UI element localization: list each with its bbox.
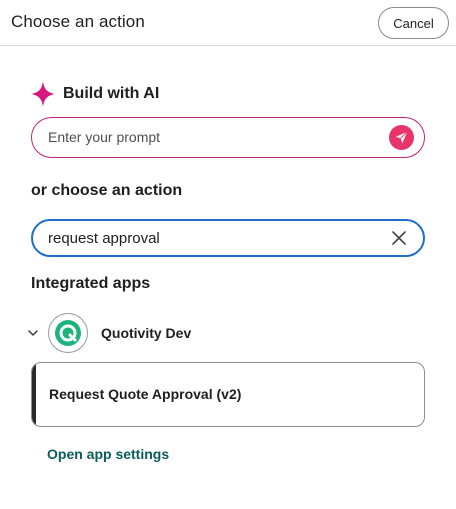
action-item[interactable]: Request Quote Approval (v2) [31, 362, 425, 427]
quotivity-logo-icon [55, 320, 81, 346]
panel-title: Choose an action [11, 12, 145, 31]
cancel-button[interactable]: Cancel [378, 7, 449, 39]
build-with-ai-title: Build with AI [63, 85, 160, 102]
build-with-ai-header: Build with AI [31, 80, 159, 108]
choose-action-label: or choose an action [31, 182, 183, 199]
choose-action-panel: Choose an action Cancel Build with AI or… [0, 0, 456, 509]
open-app-settings-link[interactable]: Open app settings [47, 446, 169, 462]
app-logo [48, 313, 88, 353]
app-name[interactable]: Quotivity Dev [101, 325, 191, 341]
chevron-down-icon[interactable] [27, 327, 39, 339]
action-search-input[interactable] [48, 221, 368, 255]
action-search-field [31, 219, 425, 257]
selection-indicator [32, 363, 36, 426]
integrated-apps-label: Integrated apps [31, 275, 151, 292]
prompt-input[interactable] [48, 118, 368, 156]
action-item-label: Request Quote Approval (v2) [49, 386, 242, 402]
paper-plane-icon [395, 131, 408, 144]
sparkle-icon [31, 81, 55, 107]
close-icon[interactable] [391, 230, 407, 246]
send-prompt-button[interactable] [389, 125, 414, 150]
prompt-field [31, 117, 425, 158]
panel-header: Choose an action Cancel [0, 0, 456, 46]
